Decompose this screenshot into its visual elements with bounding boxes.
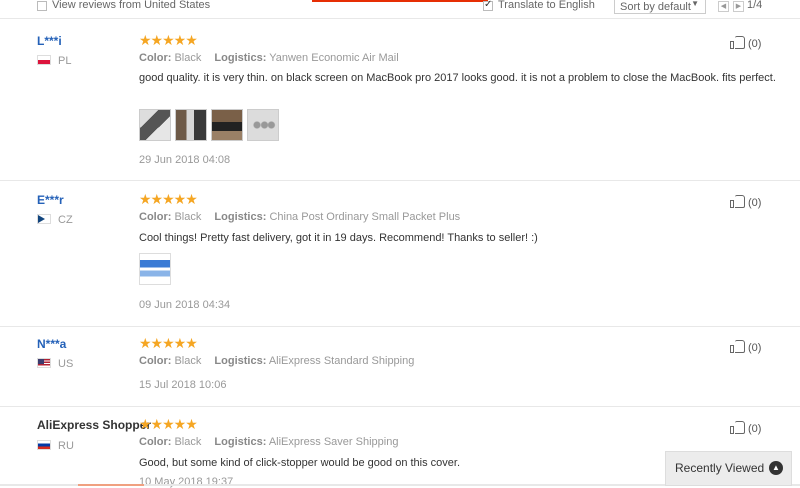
helpful-count: (0) — [748, 342, 762, 354]
reviewer-country: US — [37, 358, 73, 370]
logistics-key: Logistics: — [214, 436, 267, 448]
helpful-button[interactable]: (0) — [730, 420, 761, 435]
translate-checkbox[interactable] — [483, 0, 493, 11]
logistics-value: AliExpress Saver Shipping — [268, 436, 399, 448]
thumbs-up-icon — [730, 194, 746, 208]
flag-icon — [37, 358, 51, 368]
color-value: Black — [174, 211, 202, 223]
review-photos — [139, 253, 171, 285]
helpful-count: (0) — [748, 423, 762, 435]
reviewer-name[interactable]: AliExpress Shopper — [37, 418, 151, 432]
thumbs-up-icon — [730, 339, 746, 353]
review-attributes: Color: Black Logistics: AliExpress Stand… — [139, 355, 424, 367]
review-text: good quality. it is very thin. on black … — [139, 72, 776, 84]
page-indicator: 1/4 — [747, 0, 763, 11]
view-us-checkbox[interactable] — [37, 1, 47, 11]
review-item: E***r CZ ★★★★★ Color: Black Logistics: C… — [0, 180, 800, 327]
reviewer-country: PL — [37, 55, 71, 67]
review-text: Cool things! Pretty fast delivery, got i… — [139, 232, 538, 244]
color-value: Black — [174, 52, 202, 64]
reviewer-country: RU — [37, 440, 74, 452]
flag-icon — [37, 214, 51, 224]
flag-icon — [37, 440, 51, 450]
review-photos — [139, 109, 279, 141]
helpful-count: (0) — [748, 38, 762, 50]
active-tab-indicator — [312, 0, 488, 2]
reviewer-name[interactable]: N***a — [37, 337, 66, 351]
logistics-key: Logistics: — [214, 211, 267, 223]
review-item: L***i PL ★★★★★ Color: Black Logistics: Y… — [0, 19, 800, 181]
thumbs-up-icon — [730, 420, 746, 434]
next-page-button[interactable]: ▶ — [733, 1, 744, 12]
helpful-button[interactable]: (0) — [730, 194, 761, 209]
review-photo[interactable] — [139, 253, 171, 285]
review-attributes: Color: Black Logistics: AliExpress Saver… — [139, 436, 408, 448]
chevron-up-icon: ▲ — [769, 461, 783, 475]
country-code: CZ — [58, 214, 73, 226]
sort-select[interactable]: Sort by default ▼ — [614, 0, 706, 14]
reviewer-country: CZ — [37, 214, 73, 226]
flag-icon — [37, 55, 51, 65]
sort-select-value: Sort by default — [620, 1, 691, 13]
thumbs-up-icon — [730, 35, 746, 49]
country-code: RU — [58, 440, 74, 452]
color-key: Color: — [139, 211, 172, 223]
review-date: 15 Jul 2018 10:06 — [139, 379, 227, 391]
review-attributes: Color: Black Logistics: China Post Ordin… — [139, 211, 470, 223]
logistics-key: Logistics: — [214, 355, 267, 367]
helpful-button[interactable]: (0) — [730, 339, 761, 354]
logistics-value: Yanwen Economic Air Mail — [269, 52, 399, 64]
color-value: Black — [174, 355, 202, 367]
rating-stars: ★★★★★ — [139, 32, 198, 48]
logistics-value: AliExpress Standard Shipping — [268, 355, 415, 367]
reviewer-name[interactable]: E***r — [37, 193, 64, 207]
country-code: PL — [58, 55, 72, 67]
country-code: US — [58, 358, 74, 370]
reviewer-name[interactable]: L***i — [37, 34, 62, 48]
color-value: Black — [174, 436, 202, 448]
review-date: 10 May 2018 19:37 — [139, 476, 234, 488]
color-key: Color: — [139, 52, 172, 64]
review-photo[interactable] — [247, 109, 279, 141]
rating-stars: ★★★★★ — [139, 416, 198, 432]
recently-viewed-label: Recently Viewed — [675, 461, 765, 475]
helpful-count: (0) — [748, 197, 762, 209]
logistics-key: Logistics: — [214, 52, 267, 64]
rating-stars: ★★★★★ — [139, 335, 198, 351]
color-key: Color: — [139, 436, 172, 448]
review-filter-bar: View reviews from United States Translat… — [0, 0, 800, 19]
review-date: 09 Jun 2018 04:34 — [139, 299, 231, 311]
recently-viewed-button[interactable]: Recently Viewed ▲ — [665, 451, 792, 486]
review-photo[interactable] — [211, 109, 243, 141]
logistics-value: China Post Ordinary Small Packet Plus — [269, 211, 461, 223]
review-photo[interactable] — [139, 109, 171, 141]
review-date: 29 Jun 2018 04:08 — [139, 154, 231, 166]
view-us-label[interactable]: View reviews from United States — [52, 0, 210, 11]
review-attributes: Color: Black Logistics: Yanwen Economic … — [139, 52, 409, 64]
review-item: N***a US ★★★★★ Color: Black Logistics: A… — [0, 326, 800, 407]
color-key: Color: — [139, 355, 172, 367]
translate-label[interactable]: Translate to English — [498, 0, 595, 11]
helpful-button[interactable]: (0) — [730, 35, 761, 50]
review-photo[interactable] — [175, 109, 207, 141]
chevron-down-icon: ▼ — [691, 0, 699, 8]
prev-page-button[interactable]: ◀ — [718, 1, 729, 12]
rating-stars: ★★★★★ — [139, 191, 198, 207]
